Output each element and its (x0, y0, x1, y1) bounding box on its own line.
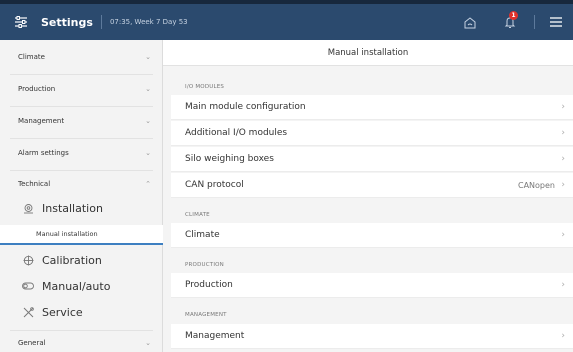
sidebar-item-label: Installation (42, 201, 103, 215)
row-label: Additional I/O modules (185, 128, 288, 138)
section-label-io-modules: I/O MODULES (185, 84, 225, 90)
sidebar-divider (10, 138, 153, 139)
row-label: Management (185, 331, 245, 341)
chevron-right-icon: › (561, 280, 565, 290)
sidebar-item-service[interactable]: Service (0, 301, 163, 323)
row-label: Main module configuration (185, 102, 306, 112)
section-label-production: PRODUCTION (185, 262, 224, 268)
sidebar-category-technical[interactable]: Technical ⌃ (0, 173, 163, 195)
header-divider (100, 15, 102, 29)
sidebar-category-label: Technical (18, 180, 51, 188)
settings-sliders-icon (14, 16, 36, 28)
chevron-right-icon: › (561, 128, 565, 138)
row-value: CANopen (517, 180, 555, 190)
chevron-down-icon: ⌄ (145, 85, 151, 93)
home-icon (464, 16, 476, 28)
sidebar-category-climate[interactable]: Climate ⌄ (0, 46, 163, 68)
row-production[interactable]: Production › (171, 273, 573, 298)
main-content: Manual installation I/O MODULES Main mod… (163, 40, 573, 352)
header-divider-right (534, 15, 535, 29)
content-header: Manual installation (163, 40, 573, 66)
sidebar-divider (10, 74, 153, 75)
chevron-down-icon: ⌄ (145, 339, 151, 347)
row-label: Production (185, 280, 233, 290)
row-silo-weighing-boxes[interactable]: Silo weighing boxes › (171, 147, 573, 172)
chevron-down-icon: ⌄ (145, 149, 151, 157)
row-label: Silo weighing boxes (185, 154, 274, 164)
chevron-right-icon: › (561, 331, 565, 341)
chevron-right-icon: › (561, 154, 565, 164)
sidebar-divider (10, 330, 153, 331)
chevron-right-icon: › (561, 230, 565, 240)
row-management[interactable]: Management › (171, 324, 573, 349)
sidebar-category-label: Alarm settings (18, 149, 69, 157)
top-bar: Settings 07:35, Week 7 Day 53 1 (0, 0, 573, 40)
sidebar-item-label: Calibration (42, 253, 102, 267)
installation-icon (20, 203, 36, 214)
content-title: Manual installation (327, 47, 409, 58)
tools-icon (20, 306, 36, 318)
sidebar-category-general[interactable]: General ⌄ (0, 334, 163, 352)
sidebar-category-alarm-settings[interactable]: Alarm settings ⌄ (0, 142, 163, 164)
chevron-right-icon: › (561, 102, 565, 112)
sidebar-divider (10, 170, 153, 171)
sidebar-item-installation[interactable]: Installation (0, 197, 163, 219)
sidebar-item-manual-auto[interactable]: Manual/auto (0, 275, 163, 297)
sidebar-category-production[interactable]: Production ⌄ (0, 78, 163, 100)
hamburger-icon (550, 17, 562, 27)
sidebar-item-label: Manual installation (36, 230, 98, 238)
sidebar-item-label: Service (42, 305, 83, 319)
sidebar-category-label: Management (18, 117, 65, 125)
notifications-button[interactable]: 1 (490, 4, 530, 40)
sidebar: Climate ⌄ Production ⌄ Management ⌄ Alar… (0, 40, 163, 352)
chevron-up-icon: ⌃ (145, 180, 151, 188)
chevron-down-icon: ⌄ (145, 53, 151, 61)
crosshair-icon (20, 255, 36, 266)
sidebar-item-calibration[interactable]: Calibration (0, 249, 163, 271)
row-main-module-configuration[interactable]: Main module configuration › (171, 95, 573, 120)
sidebar-category-label: Production (18, 85, 56, 93)
notification-badge: 1 (509, 11, 518, 20)
sidebar-category-label: Climate (18, 53, 45, 61)
sidebar-category-label: General (18, 339, 46, 347)
chevron-down-icon: ⌄ (145, 117, 151, 125)
section-label-climate: CLIMATE (185, 212, 210, 218)
home-button[interactable] (450, 4, 490, 40)
date-time-readout: 07:35, Week 7 Day 53 (109, 18, 188, 26)
toggle-icon (20, 282, 36, 290)
row-climate[interactable]: Climate › (171, 223, 573, 248)
sidebar-divider (10, 106, 153, 107)
section-label-management: MANAGEMENT (185, 312, 227, 318)
main-menu-button[interactable] (539, 4, 573, 40)
row-additional-io-modules[interactable]: Additional I/O modules › (171, 121, 573, 146)
sidebar-category-management[interactable]: Management ⌄ (0, 110, 163, 132)
page-title: Settings (41, 15, 93, 29)
chevron-right-icon: › (561, 180, 565, 190)
row-label: CAN protocol (185, 180, 244, 190)
sidebar-item-manual-installation[interactable]: Manual installation (0, 225, 163, 245)
row-label: Climate (185, 230, 220, 240)
row-can-protocol[interactable]: CAN protocol CANopen › (171, 173, 573, 198)
sidebar-item-label: Manual/auto (42, 279, 111, 293)
